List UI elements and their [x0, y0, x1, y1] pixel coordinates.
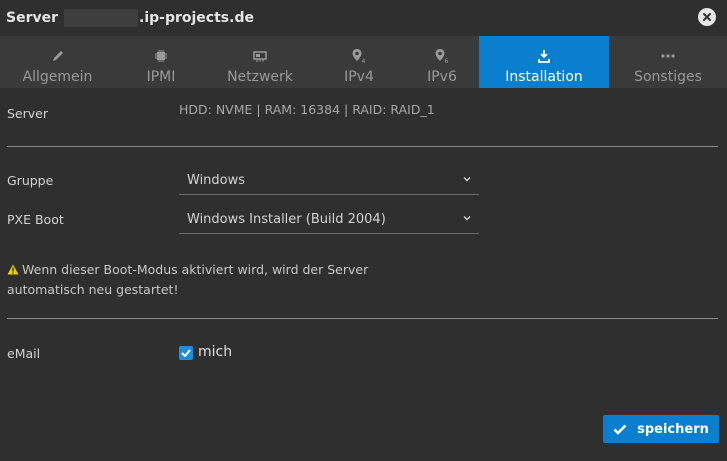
tab-ipv4[interactable]: 4 IPv4: [313, 36, 405, 88]
tab-allgemein[interactable]: Allgemein: [0, 36, 115, 88]
map-marker-icon: 4: [351, 45, 367, 67]
more-dots-icon: [660, 45, 676, 67]
pxe-boot-label: PXE Boot: [7, 212, 64, 227]
tab-label: Allgemein: [22, 69, 93, 85]
pencil-icon: [51, 45, 65, 67]
tab-label: IPv6: [427, 69, 457, 85]
tab-label: Installation: [505, 69, 583, 85]
reboot-warning: Wenn dieser Boot-Modus aktiviert wird, w…: [7, 260, 427, 300]
save-button[interactable]: speichern: [603, 415, 719, 443]
warning-text-line2: automatisch neu gestartet!: [7, 282, 179, 297]
server-label: Server: [7, 106, 48, 121]
chevron-down-icon: [463, 216, 471, 221]
chip-icon: [154, 45, 168, 67]
tab-ipv6[interactable]: 6 IPv6: [405, 36, 479, 88]
close-icon: [703, 13, 711, 21]
warning-icon: [7, 264, 19, 275]
checkmark-icon: [181, 349, 191, 357]
svg-text:6: 6: [445, 58, 449, 64]
network-card-icon: [252, 45, 268, 67]
warning-text-line1: Wenn dieser Boot-Modus aktiviert wird, w…: [22, 262, 369, 277]
tab-label: Netzwerk: [227, 69, 293, 85]
tab-label: IPv4: [344, 69, 374, 85]
email-label: eMail: [7, 346, 41, 361]
gruppe-label: Gruppe: [7, 173, 54, 188]
title-prefix: Server: [6, 10, 59, 26]
pxe-boot-selected-value: Windows Installer (Build 2004): [187, 212, 386, 227]
tab-label: IPMI: [146, 69, 176, 85]
title-suffix: .ip-projects.de: [139, 10, 254, 26]
save-button-label: speichern: [637, 421, 709, 437]
tab-netzwerk[interactable]: Netzwerk: [207, 36, 313, 88]
tab-sonstiges[interactable]: Sonstiges: [609, 36, 727, 88]
tab-bar: Allgemein IPMI Netzwerk 4 IPv4 6 IPv6 In…: [0, 36, 727, 88]
download-icon: [537, 45, 551, 67]
dialog-titlebar: Server .ip-projects.de: [0, 0, 727, 36]
close-button[interactable]: [698, 8, 716, 26]
section-divider: [7, 318, 718, 319]
redacted-hostname: [64, 9, 139, 27]
tab-ipmi[interactable]: IPMI: [115, 36, 207, 88]
installation-panel: Server HDD: NVME | RAM: 16384 | RAID: RA…: [0, 88, 727, 461]
svg-text:4: 4: [362, 58, 366, 64]
pxe-boot-select[interactable]: Windows Installer (Build 2004): [179, 206, 479, 234]
tab-label: Sonstiges: [634, 69, 702, 85]
gruppe-selected-value: Windows: [187, 173, 246, 188]
gruppe-select[interactable]: Windows: [179, 167, 479, 195]
dialog-title: Server .ip-projects.de: [6, 9, 254, 27]
tab-installation[interactable]: Installation: [479, 36, 609, 88]
map-marker-icon: 6: [434, 45, 450, 67]
email-me-checkbox[interactable]: [179, 346, 193, 360]
chevron-down-icon: [463, 177, 471, 182]
server-specs-value: HDD: NVME | RAM: 16384 | RAID: RAID_1: [179, 102, 435, 117]
email-me-checkbox-label[interactable]: mich: [198, 344, 232, 360]
checkmark-icon: [613, 424, 627, 435]
section-divider: [7, 146, 718, 147]
